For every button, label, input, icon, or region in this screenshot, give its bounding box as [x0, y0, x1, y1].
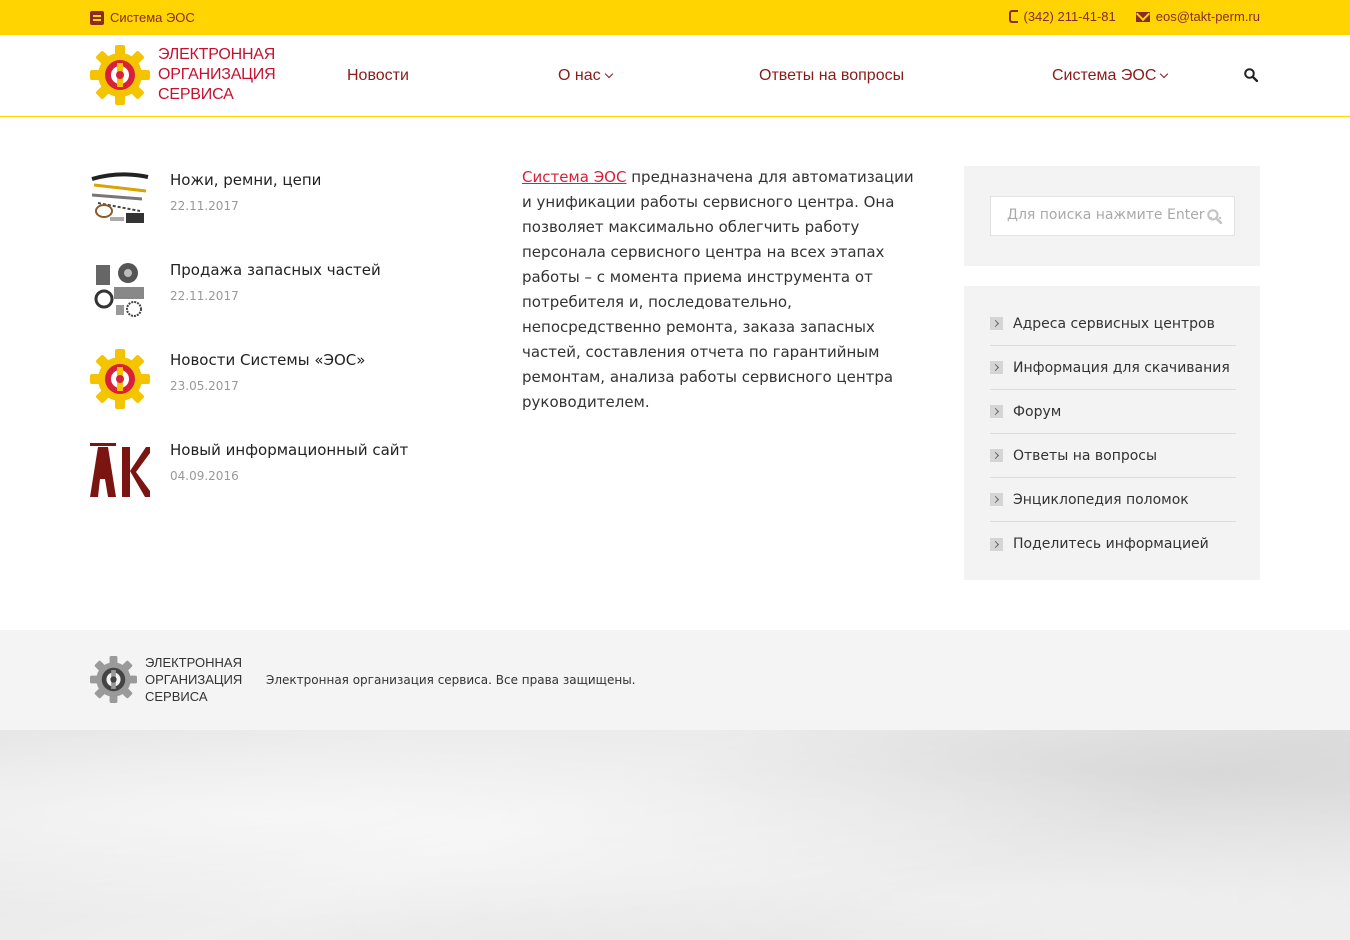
chevron-right-icon: [990, 493, 1003, 506]
nav-system-label: Система ЭОС: [1052, 67, 1157, 84]
brand-link-label: Система ЭОС: [110, 10, 195, 25]
nav-about-label: О нас: [558, 67, 601, 84]
phone-number: (342) 211-41-81: [1023, 9, 1116, 24]
search-icon[interactable]: [1207, 209, 1222, 224]
top-bar: Система ЭОС (342) 211-41-81 eos@takt-per…: [0, 0, 1350, 35]
about-description: предназначена для автоматизации и унифик…: [522, 168, 914, 411]
post-title[interactable]: Новый информационный сайт: [170, 441, 408, 459]
post-title[interactable]: Ножи, ремни, цепи: [170, 171, 321, 189]
ak-logo-thumbnail[interactable]: [90, 439, 150, 499]
sidebar-item-label: Адреса сервисных центров: [1013, 315, 1215, 332]
gear-logo-icon: [90, 656, 137, 703]
chevron-right-icon: [990, 317, 1003, 330]
chevron-down-icon: [604, 69, 613, 79]
email-contact[interactable]: eos@takt-perm.ru: [1135, 9, 1260, 24]
post-title[interactable]: Новости Системы «ЭОС»: [170, 351, 365, 369]
phone-icon: [1008, 10, 1018, 23]
post-date: 04.09.2016: [170, 469, 239, 483]
spare-parts-thumbnail[interactable]: [90, 259, 150, 319]
site-logo[interactable]: ЭЛЕКТРОННАЯ ОРГАНИЗАЦИЯ СЕРВИСА: [90, 45, 276, 105]
post-item[interactable]: Продажа запасных частей 22.11.2017: [90, 259, 381, 319]
chevron-right-icon: [990, 449, 1003, 462]
chevron-right-icon: [990, 405, 1003, 418]
footer-logo-line-1: ЭЛЕКТРОННАЯ: [145, 655, 242, 670]
logo-line-2: ОРГАНИЗАЦИЯ: [158, 66, 276, 83]
site-footer: ЭЛЕКТРОННАЯ ОРГАНИЗАЦИЯ СЕРВИСА Электрон…: [0, 630, 1350, 730]
chevron-right-icon: [990, 361, 1003, 374]
gear-logo-icon: [90, 45, 150, 105]
search-widget: Для поиска нажмите Enter ...: [964, 166, 1260, 266]
footer-logo[interactable]: ЭЛЕКТРОННАЯ ОРГАНИЗАЦИЯ СЕРВИСА: [90, 654, 242, 705]
sidebar-item-label: Ответы на вопросы: [1013, 447, 1158, 464]
post-item[interactable]: Новости Системы «ЭОС» 23.05.2017: [90, 349, 365, 409]
about-text-block: Система ЭОС предназначена для автоматиза…: [522, 165, 927, 415]
nav-about[interactable]: О нас: [558, 67, 613, 85]
post-date: 23.05.2017: [170, 379, 239, 393]
brand-link[interactable]: Система ЭОС: [90, 10, 195, 25]
sidebar-item-service-addresses[interactable]: Адреса сервисных центров: [990, 302, 1236, 346]
sidebar-item-faq[interactable]: Ответы на вопросы: [990, 434, 1236, 478]
site-header: ЭЛЕКТРОННАЯ ОРГАНИЗАЦИЯ СЕРВИСА Новости …: [0, 35, 1350, 117]
post-date: 22.11.2017: [170, 199, 239, 213]
search-icon[interactable]: [1244, 68, 1258, 82]
sidebar-item-forum[interactable]: Форум: [990, 390, 1236, 434]
sidebar-item-label: Поделитесь информацией: [1013, 536, 1209, 552]
search-placeholder: Для поиска нажмите Enter ...: [1007, 207, 1223, 223]
post-date: 22.11.2017: [170, 289, 239, 303]
page-background: [0, 730, 1350, 940]
sidebar-search-input[interactable]: Для поиска нажмите Enter ...: [990, 196, 1235, 236]
nav-system[interactable]: Система ЭОС: [1052, 67, 1169, 85]
main-content: Ножи, ремни, цепи 22.11.2017 Продажа зап…: [0, 117, 1350, 630]
nav-news-label: Новости: [347, 67, 409, 84]
eos-logo-thumbnail[interactable]: [90, 349, 150, 409]
logo-line-3: СЕРВИСА: [158, 86, 234, 103]
belts-thumbnail[interactable]: [90, 169, 150, 229]
chevron-down-icon: [1160, 69, 1169, 79]
copyright-text: Электронная организация сервиса. Все пра…: [266, 673, 636, 687]
sidebar-item-label: Форум: [1013, 403, 1062, 420]
email-address: eos@takt-perm.ru: [1155, 9, 1260, 24]
logo-line-1: ЭЛЕКТРОННАЯ: [158, 46, 276, 63]
post-item[interactable]: Ножи, ремни, цепи 22.11.2017: [90, 169, 321, 229]
list-icon: [90, 10, 104, 25]
sidebar-item-label: Информация для скачивания: [1013, 359, 1230, 376]
sidebar-item-downloads[interactable]: Информация для скачивания: [990, 346, 1236, 390]
sidebar-item-encyclopedia[interactable]: Энциклопедия поломок: [990, 478, 1236, 522]
nav-faq-label: Ответы на вопросы: [759, 67, 905, 84]
chevron-right-icon: [990, 537, 1003, 551]
nav-news[interactable]: Новости: [347, 67, 409, 85]
phone-contact[interactable]: (342) 211-41-81: [1008, 9, 1116, 24]
sidebar-item-label: Энциклопедия поломок: [1013, 491, 1189, 508]
footer-logo-line-2: ОРГАНИЗАЦИЯ: [145, 672, 243, 687]
post-title[interactable]: Продажа запасных частей: [170, 261, 381, 279]
footer-logo-line-3: СЕРВИСА: [145, 689, 208, 704]
system-eos-link[interactable]: Система ЭОС: [522, 168, 626, 186]
nav-faq[interactable]: Ответы на вопросы: [759, 67, 904, 85]
post-item[interactable]: Новый информационный сайт 04.09.2016: [90, 439, 408, 499]
sidebar-menu-widget: Адреса сервисных центров Информация для …: [964, 286, 1260, 580]
mail-icon: [1135, 11, 1150, 22]
sidebar-item-share-info[interactable]: Поделитесь информацией: [990, 522, 1236, 566]
